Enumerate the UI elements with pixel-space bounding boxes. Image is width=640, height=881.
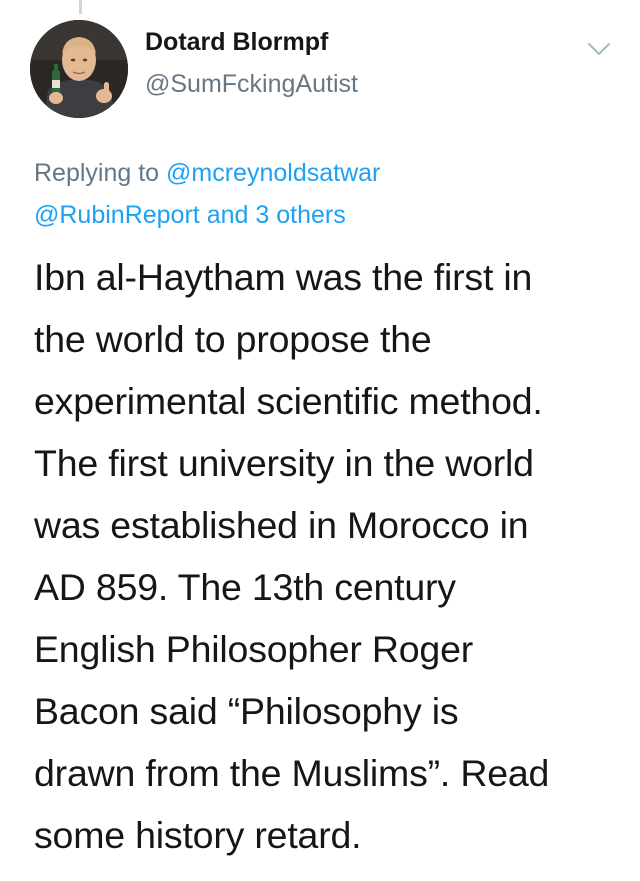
author-handle[interactable]: @SumFckingAutist (145, 70, 358, 99)
replying-joiner: and (206, 201, 249, 229)
replying-to: Replying to @mcreynoldsatwar @RubinRepor… (34, 152, 614, 236)
chevron-down-icon (588, 43, 610, 55)
tweet-text-line: experimental scientific method. (34, 380, 543, 422)
tweet-text-line: English Philosopher Roger (34, 628, 474, 670)
thread-connector-line (79, 0, 82, 14)
tweet-text-line: Bacon said “Philosophy is (34, 690, 459, 732)
tweet-text-line: AD 859. The 13th century (34, 566, 456, 608)
others-link[interactable]: 3 others (255, 201, 345, 229)
tweet-text-line: was established in Morocco in (34, 504, 529, 546)
tweet-text: Ibn al-Haytham was the first in the worl… (34, 246, 624, 866)
tweet-text-line: some history retard. (34, 814, 362, 856)
avatar-photo (30, 20, 128, 118)
author-display-name[interactable]: Dotard Blormpf (145, 28, 328, 57)
tweet-menu-button[interactable] (585, 38, 613, 60)
tweet-text-line: The first university in the world (34, 442, 534, 484)
tweet-text-line: drawn from the Muslims”. Read (34, 752, 550, 794)
tweet-text-line: Ibn al-Haytham was the first in (34, 256, 533, 298)
mention-link[interactable]: @RubinReport (34, 201, 200, 229)
tweet-text-line: the world to propose the (34, 318, 432, 360)
mention-link[interactable]: @mcreynoldsatwar (166, 159, 380, 187)
replying-prefix: Replying to (34, 159, 160, 187)
avatar[interactable] (30, 20, 128, 118)
